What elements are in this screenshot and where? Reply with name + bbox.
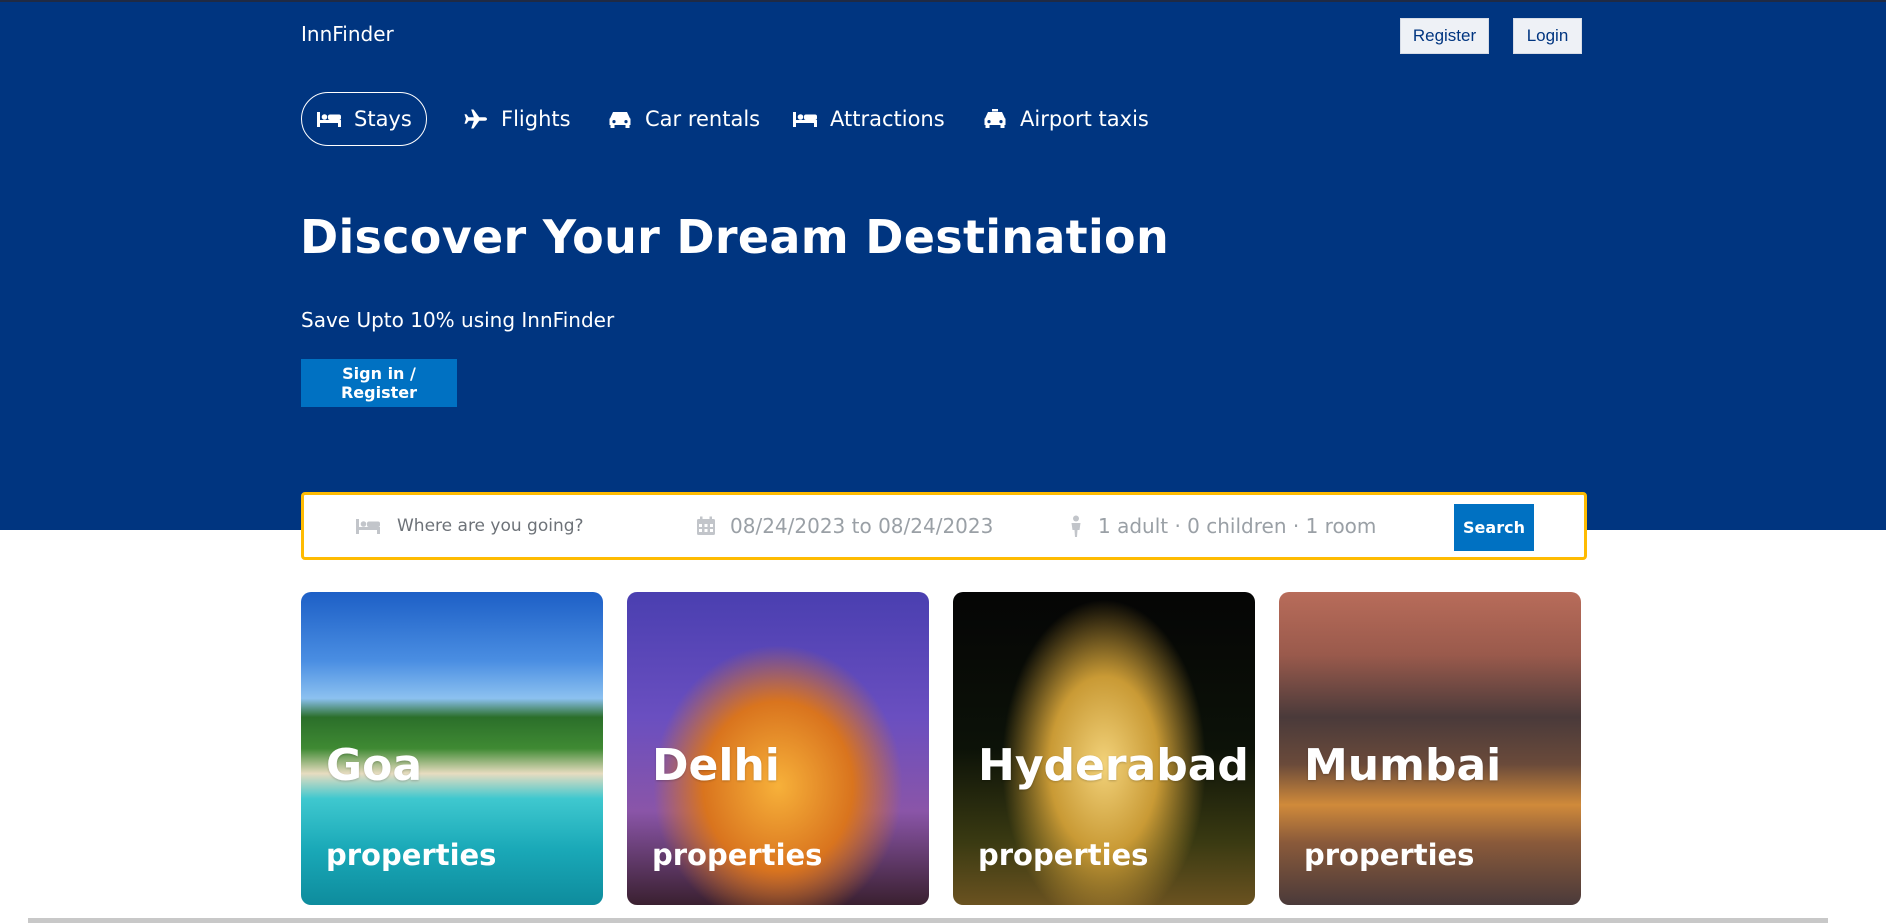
city-card-hyderabad[interactable]: Hyderabad properties bbox=[953, 592, 1255, 905]
bed-icon bbox=[316, 109, 342, 129]
nav-item-label: Attractions bbox=[830, 107, 945, 131]
car-icon bbox=[607, 109, 633, 129]
nav-item-label: Flights bbox=[501, 107, 571, 131]
destination-input[interactable] bbox=[395, 515, 619, 537]
guests-field[interactable]: 1 adult · 0 children · 1 room bbox=[1068, 495, 1376, 557]
city-name: Hyderabad bbox=[978, 740, 1249, 791]
city-name: Mumbai bbox=[1304, 740, 1502, 791]
search-button[interactable]: Search bbox=[1454, 504, 1534, 551]
nav-item-car-rentals[interactable]: Car rentals bbox=[607, 92, 760, 146]
hero-section: InnFinder Register Login Stays Flights C… bbox=[0, 0, 1886, 530]
nav-item-stays[interactable]: Stays bbox=[301, 92, 427, 146]
horizontal-scrollbar[interactable] bbox=[28, 918, 1828, 923]
nav-item-label: Car rentals bbox=[645, 107, 761, 131]
city-card-delhi[interactable]: Delhi properties bbox=[627, 592, 929, 905]
hero-subtitle: Save Upto 10% using InnFinder bbox=[301, 308, 615, 332]
bed-icon bbox=[355, 516, 381, 536]
nav-item-label: Stays bbox=[354, 107, 412, 131]
hero-title: Discover Your Dream Destination bbox=[300, 210, 1169, 264]
site-logo[interactable]: InnFinder bbox=[301, 22, 394, 46]
city-card-mumbai[interactable]: Mumbai properties bbox=[1279, 592, 1581, 905]
search-bar: 08/24/2023 to 08/24/2023 1 adult · 0 chi… bbox=[301, 492, 1587, 560]
city-properties-label: properties bbox=[652, 838, 823, 872]
nav-item-label: Airport taxis bbox=[1020, 107, 1149, 131]
city-properties-label: properties bbox=[1304, 838, 1475, 872]
destination-field[interactable] bbox=[355, 495, 619, 557]
sign-in-register-button[interactable]: Sign in / Register bbox=[301, 359, 457, 407]
person-icon bbox=[1068, 515, 1084, 537]
city-properties-label: properties bbox=[326, 838, 497, 872]
register-button[interactable]: Register bbox=[1400, 18, 1489, 54]
guests-text: 1 adult · 0 children · 1 room bbox=[1098, 514, 1377, 538]
taxi-icon bbox=[982, 109, 1008, 129]
plane-icon bbox=[463, 109, 489, 129]
city-properties-label: properties bbox=[978, 838, 1149, 872]
nav-item-airport-taxis[interactable]: Airport taxis bbox=[982, 92, 1149, 146]
login-button[interactable]: Login bbox=[1513, 18, 1582, 54]
city-card-goa[interactable]: Goa properties bbox=[301, 592, 603, 905]
city-name: Delhi bbox=[652, 740, 780, 791]
bed-icon bbox=[792, 109, 818, 129]
calendar-icon bbox=[696, 516, 716, 536]
nav-item-flights[interactable]: Flights bbox=[463, 92, 571, 146]
nav-item-attractions[interactable]: Attractions bbox=[792, 92, 945, 146]
city-name: Goa bbox=[326, 740, 423, 791]
date-range-text: 08/24/2023 to 08/24/2023 bbox=[730, 514, 994, 538]
date-field[interactable]: 08/24/2023 to 08/24/2023 bbox=[696, 495, 993, 557]
